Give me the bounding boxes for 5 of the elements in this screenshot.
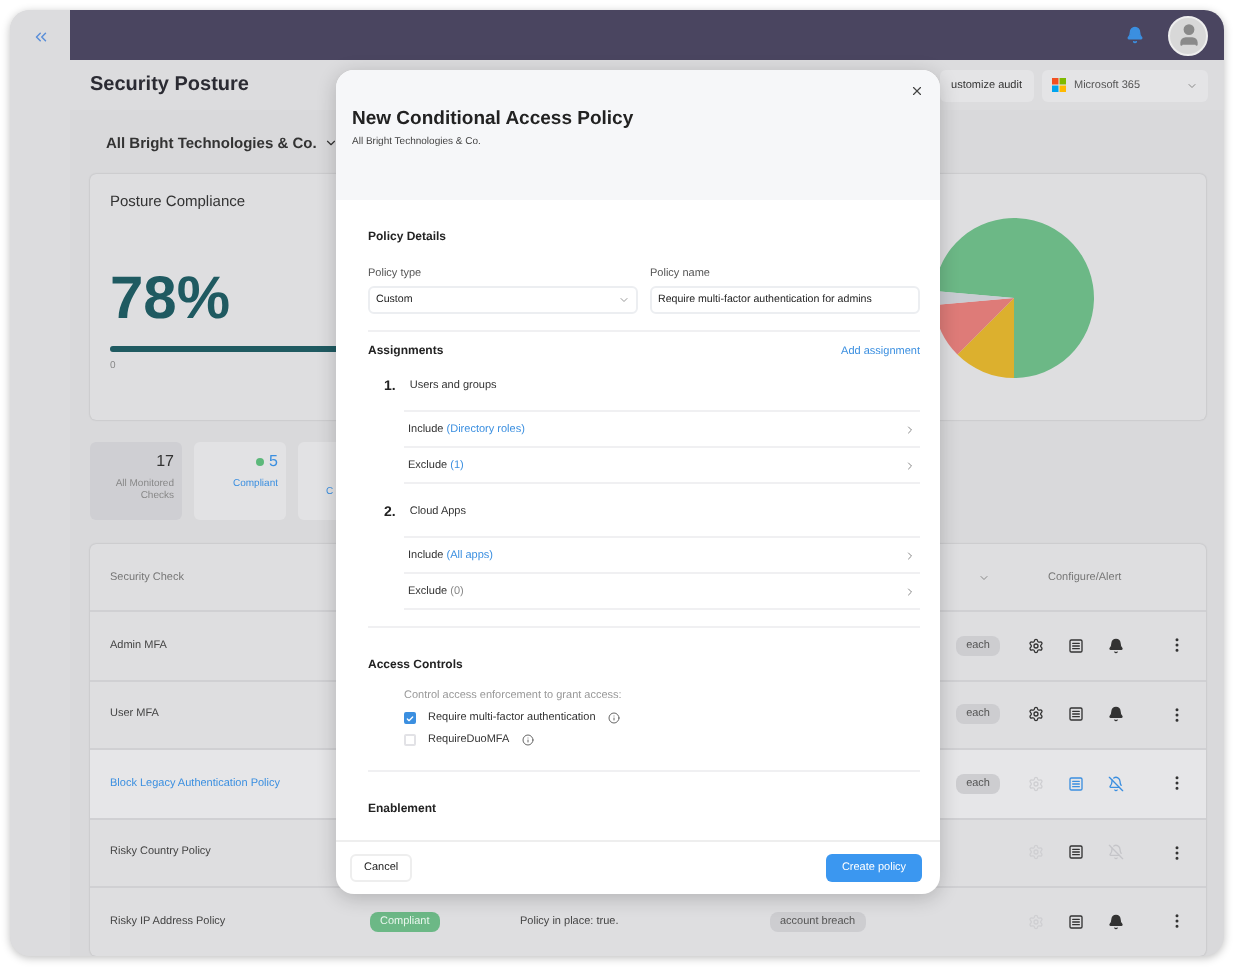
- stat-value: 17: [156, 452, 174, 470]
- stat-value: 5: [255, 452, 278, 470]
- dialog-title: New Conditional Access Policy: [352, 108, 636, 130]
- compliance-percentage: 78%: [110, 270, 231, 330]
- page-title: Security Posture: [90, 74, 249, 96]
